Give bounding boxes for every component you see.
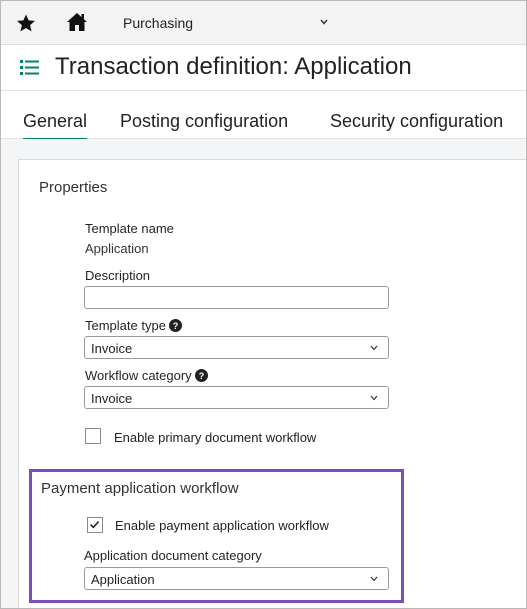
help-icon[interactable]: ? (194, 369, 208, 382)
enable-payment-workflow-label: Enable payment application workflow (115, 518, 329, 533)
tab-bar: General Posting configuration Security c… (1, 91, 526, 141)
chevron-down-icon (370, 395, 378, 401)
tab-general[interactable]: General (23, 111, 88, 141)
chevron-down-icon (370, 345, 378, 351)
template-type-value: Invoice (91, 341, 133, 356)
page-title: Transaction definition: Application (55, 53, 412, 80)
properties-section-title: Properties (39, 179, 108, 196)
module-selector-label[interactable]: Purchasing (123, 15, 193, 31)
application-document-category-label: Application document category (84, 548, 262, 563)
tab-security-configuration[interactable]: Security configuration (330, 111, 503, 132)
home-icon[interactable] (66, 11, 88, 33)
description-label: Description (85, 268, 151, 283)
top-nav: Purchasing (1, 1, 526, 45)
help-icon[interactable]: ? (168, 319, 182, 332)
template-name-value: Application (85, 241, 149, 256)
workflow-category-value: Invoice (91, 391, 133, 406)
application-document-category-value: Application (91, 572, 155, 587)
page-header: Transaction definition: Application (1, 45, 526, 91)
workflow-category-select[interactable]: Invoice (84, 386, 389, 409)
list-icon[interactable] (20, 59, 39, 76)
description-field[interactable] (84, 286, 389, 309)
tab-posting-configuration[interactable]: Posting configuration (120, 111, 288, 132)
svg-text:?: ? (173, 321, 179, 331)
enable-primary-workflow-label: Enable primary document workflow (114, 430, 317, 445)
application-document-category-select[interactable]: Application (84, 567, 389, 590)
chevron-down-icon[interactable] (319, 17, 329, 27)
star-icon[interactable] (16, 13, 36, 33)
template-name-label: Template name (85, 221, 174, 236)
enable-primary-workflow-checkbox[interactable] (85, 428, 101, 444)
svg-text:?: ? (198, 371, 204, 381)
payment-application-workflow-section: Payment application workflow Enable paym… (29, 469, 404, 603)
template-type-label: Template type? (85, 318, 182, 333)
template-type-select[interactable]: Invoice (84, 336, 389, 359)
enable-payment-workflow-checkbox[interactable] (87, 517, 103, 533)
checkmark-icon (90, 520, 100, 529)
chevron-down-icon (370, 576, 378, 582)
workflow-category-label: Workflow category? (85, 368, 208, 383)
app-window: Purchasing Transaction definition: Appli… (0, 0, 527, 609)
payment-workflow-section-title: Payment application workflow (41, 480, 239, 497)
